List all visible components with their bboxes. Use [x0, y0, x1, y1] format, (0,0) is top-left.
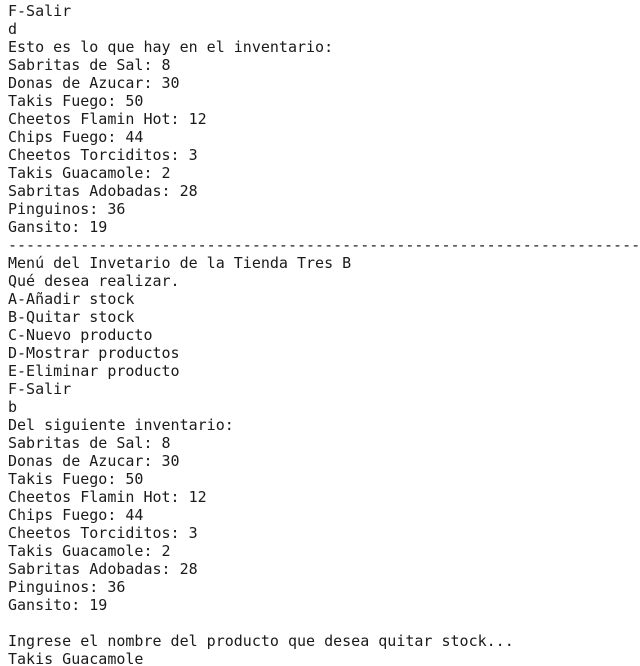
user-input-line: d [8, 20, 18, 38]
inventory-item-line: Donas de Azucar: 30 [8, 452, 180, 470]
user-input-line: Takis Guacamole [8, 650, 144, 666]
inventory-item-line: Takis Fuego: 50 [8, 92, 144, 110]
terminal-output[interactable]: F-Salir d Esto es lo que hay en el inventa… [0, 0, 640, 666]
inventory-item-line: Takis Guacamole: 2 [8, 164, 171, 182]
menu-option-line: F-Salir [8, 2, 72, 20]
inventory-item-line: Sabritas de Sal: 8 [8, 56, 171, 74]
inventory-item-line: Sabritas de Sal: 8 [8, 434, 171, 452]
inventory-item-line: Cheetos Flamin Hot: 12 [8, 110, 207, 128]
inventory-item-line: Gansito: 19 [8, 218, 108, 236]
inventory-item-line: Takis Fuego: 50 [8, 470, 144, 488]
inventory-item-line: Chips Fuego: 44 [8, 128, 144, 146]
inventory-item-line: Sabritas Adobadas: 28 [8, 182, 198, 200]
menu-title-line: Menú del Invetario de la Tienda Tres B [8, 254, 352, 272]
inventory-item-line: Takis Guacamole: 2 [8, 542, 171, 560]
inventory-item-line: Sabritas Adobadas: 28 [8, 560, 198, 578]
inventory-item-line: Pinguinos: 36 [8, 578, 126, 596]
inventory-item-line: Cheetos Flamin Hot: 12 [8, 488, 207, 506]
menu-option-line: E-Eliminar producto [8, 362, 180, 380]
menu-option-line: B-Quitar stock [8, 308, 135, 326]
inventory-item-line: Cheetos Torciditos: 3 [8, 524, 198, 542]
menu-option-line: D-Mostrar productos [8, 344, 180, 362]
menu-option-line: C-Nuevo producto [8, 326, 153, 344]
inventory-item-line: Donas de Azucar: 30 [8, 74, 180, 92]
output-line: Esto es lo que hay en el inventario: [8, 38, 334, 56]
menu-option-line: A-Añadir stock [8, 290, 135, 308]
inventory-item-line: Pinguinos: 36 [8, 200, 126, 218]
inventory-item-line: Chips Fuego: 44 [8, 506, 144, 524]
inventory-item-line: Cheetos Torciditos: 3 [8, 146, 198, 164]
separator-line: ----------------------------------------… [8, 236, 640, 254]
menu-option-line: F-Salir [8, 380, 72, 398]
user-input-line: b [8, 398, 18, 416]
input-prompt-line: Ingrese el nombre del producto que desea… [8, 632, 514, 650]
inventory-item-line: Gansito: 19 [8, 596, 108, 614]
menu-prompt-line: Qué desea realizar. [8, 272, 180, 290]
output-line: Del siguiente inventario: [8, 416, 234, 434]
